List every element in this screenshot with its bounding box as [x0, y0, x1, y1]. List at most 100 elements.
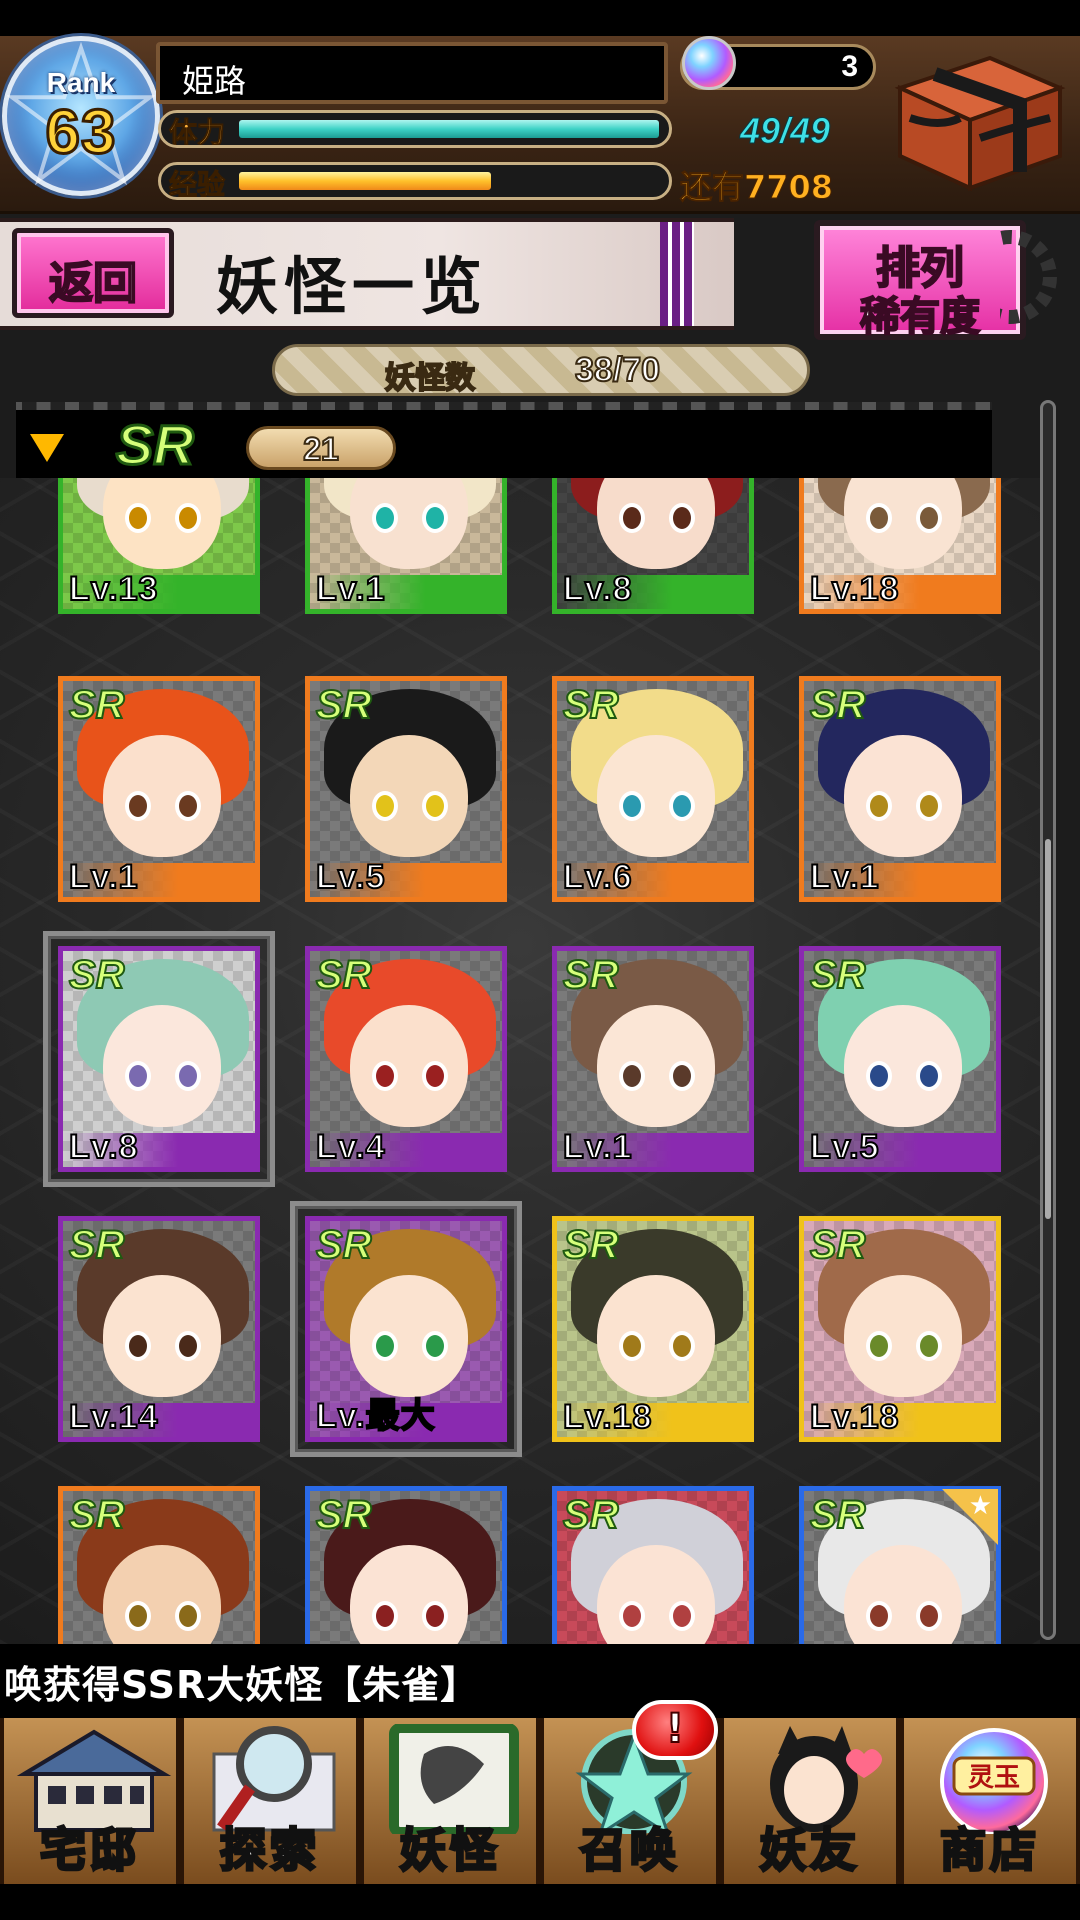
nav-item-mansion[interactable]: 宅邸: [0, 1718, 180, 1884]
card-rarity-badge: SR: [68, 952, 126, 998]
group-rarity-badge: SR: [115, 412, 196, 478]
portrait-eye: [175, 791, 201, 821]
stamina-bar-fill: [239, 120, 659, 138]
portrait-eye: [125, 1601, 151, 1631]
portrait-eye: [372, 1061, 398, 1091]
monster-card[interactable]: SR Lv.6: [552, 676, 754, 902]
monster-card[interactable]: SR Lv.4: [305, 946, 507, 1172]
card-rarity-badge: SR: [315, 1492, 373, 1538]
monster-card[interactable]: Lv.8: [552, 478, 754, 614]
portrait-eye: [422, 1331, 448, 1361]
monster-card[interactable]: SR Lv.5: [799, 946, 1001, 1172]
exp-bar-fill: [239, 172, 491, 190]
card-rarity-badge: SR: [68, 1492, 126, 1538]
monster-card[interactable]: SR Lv.18: [552, 1216, 754, 1442]
portrait-face: [350, 735, 468, 857]
portrait-eye: [866, 1331, 892, 1361]
card-level: Lv.1: [809, 857, 880, 897]
card-rarity-badge: SR: [562, 952, 620, 998]
stamina-bar: 体力: [158, 110, 672, 148]
card-rarity-badge: SR: [315, 1222, 373, 1268]
card-level: Lv.最大: [315, 1396, 436, 1436]
nav-item-shop[interactable]: 灵玉 商店: [900, 1718, 1080, 1884]
portrait-eye: [619, 1331, 645, 1361]
card-level: Lv.8: [562, 569, 633, 609]
ticker-text: 唤获得SSR大妖怪【朱雀】: [4, 1663, 480, 1707]
card-rarity-badge: SR: [809, 1492, 867, 1538]
portrait-eye: [619, 791, 645, 821]
card-rarity-badge: SR: [68, 1222, 126, 1268]
card-rarity-badge: SR: [562, 1222, 620, 1268]
monster-card[interactable]: SR Lv.1: [58, 676, 260, 902]
card-level: Lv.18: [809, 1397, 900, 1437]
monster-card[interactable]: Lv.18: [799, 478, 1001, 614]
monster-card[interactable]: SR: [58, 1486, 260, 1644]
portrait-eye: [619, 1601, 645, 1631]
monster-card[interactable]: SR Lv.1: [799, 676, 1001, 902]
collapse-arrow-icon[interactable]: [30, 434, 64, 462]
portrait-eye: [619, 1061, 645, 1091]
portrait-face: [103, 478, 221, 569]
portrait-eye: [669, 503, 695, 533]
news-ticker: 唤获得SSR大妖怪【朱雀】: [0, 1644, 1080, 1718]
portrait-face: [103, 735, 221, 857]
back-button[interactable]: 返回: [12, 228, 174, 318]
monster-card[interactable]: SR Lv.18: [799, 1216, 1001, 1442]
portrait-eye: [125, 1331, 151, 1361]
spirit-gem-icon: [682, 36, 736, 90]
sort-mode-label: 稀有度: [859, 293, 981, 341]
bottom-edge: [0, 1884, 1080, 1920]
portrait-face: [844, 1005, 962, 1127]
rank-badge[interactable]: Rank 63: [2, 36, 160, 196]
nav-item-monsters[interactable]: 妖怪: [360, 1718, 540, 1884]
card-rarity-badge: SR: [809, 1222, 867, 1268]
portrait-eye: [916, 1601, 942, 1631]
nav-label-mansion: 宅邸: [39, 1822, 140, 1879]
portrait-eye: [372, 503, 398, 533]
portrait-eye: [619, 503, 645, 533]
card-level: Lv.4: [315, 1127, 386, 1167]
portrait-eye: [125, 1061, 151, 1091]
monster-card[interactable]: SR: [305, 1486, 507, 1644]
monster-card[interactable]: SR: [552, 1486, 754, 1644]
rank-value: 63: [44, 97, 117, 169]
monster-card[interactable]: SR Lv.最大: [290, 1201, 522, 1457]
alert-exclamation-icon: !: [665, 1705, 685, 1753]
card-rarity-badge: SR: [809, 682, 867, 728]
portrait-eye: [175, 503, 201, 533]
monster-card[interactable]: Lv.1: [305, 478, 507, 614]
portrait-eye: [372, 1601, 398, 1631]
portrait-face: [103, 1005, 221, 1127]
rarity-group-header[interactable]: SR 21: [16, 402, 992, 478]
monster-count-value: 38/70: [574, 350, 661, 390]
nav-item-explore[interactable]: 探索: [180, 1718, 360, 1884]
scrollbar-thumb[interactable]: [1045, 839, 1051, 1219]
nav-label-explore: 探索: [219, 1822, 320, 1879]
card-level: Lv.5: [315, 857, 386, 897]
group-count: 21: [302, 430, 340, 468]
monster-card[interactable]: Lv.13: [58, 478, 260, 614]
sort-rarity-button[interactable]: 排列 稀有度: [814, 220, 1026, 341]
card-level: Lv.13: [68, 569, 159, 609]
portrait-eye: [866, 1601, 892, 1631]
portrait-face: [350, 478, 468, 569]
monster-card[interactable]: SR Lv.8: [43, 931, 275, 1187]
bottom-navigation: 宅邸 探索 妖怪 召唤 妖友 灵玉 商店: [0, 1718, 1080, 1884]
scrollbar[interactable]: [1040, 400, 1056, 1640]
monster-card[interactable]: SR ★: [799, 1486, 1001, 1644]
portrait-eye: [125, 503, 151, 533]
portrait-eye: [916, 791, 942, 821]
monster-card[interactable]: SR Lv.1: [552, 946, 754, 1172]
portrait-face: [597, 1005, 715, 1127]
nav-label-monsters: 妖怪: [399, 1822, 500, 1879]
nav-item-friends[interactable]: 妖友: [720, 1718, 900, 1884]
monster-card[interactable]: SR Lv.5: [305, 676, 507, 902]
nav-label-friends: 妖友: [759, 1822, 860, 1879]
system-status-bar: [0, 0, 1080, 36]
treasure-chest-icon[interactable]: [880, 48, 1070, 198]
monster-card[interactable]: SR Lv.14: [58, 1216, 260, 1442]
stamina-value: 49/49: [739, 110, 831, 152]
nav-label-shop: 商店: [939, 1822, 1040, 1879]
card-level: Lv.18: [809, 569, 900, 609]
monster-grid[interactable]: Lv.13 Lv.1 Lv.8 Lv.18 SR Lv.1 SR Lv.5 SR Lv.6 SR Lv…: [0, 478, 1040, 1644]
